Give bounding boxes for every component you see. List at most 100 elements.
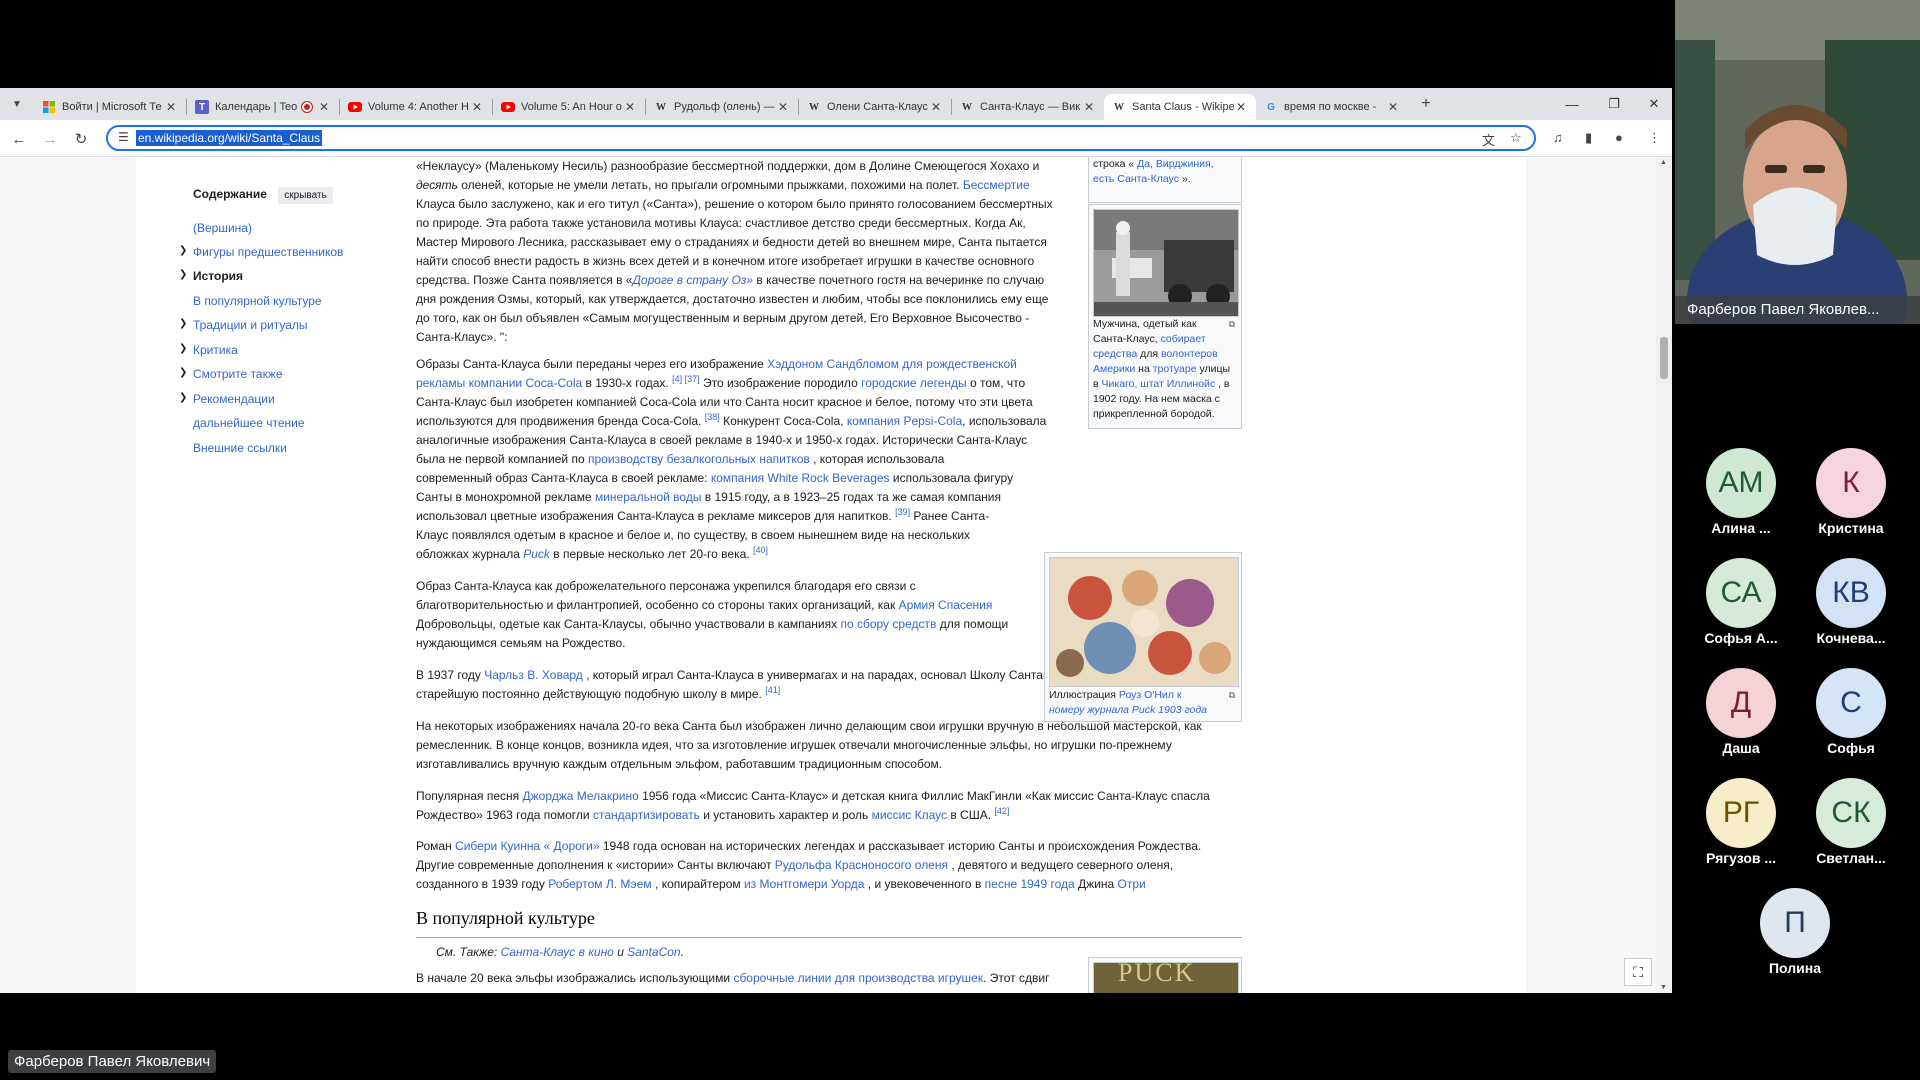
tab-rudolph[interactable]: W Рудольф (олень) — ✕ [646, 94, 798, 120]
bookmark-star-icon[interactable]: ☆ [1510, 130, 1522, 146]
close-tab-icon[interactable]: ✕ [164, 100, 178, 114]
enlarge-icon[interactable]: ⧉ [1229, 688, 1235, 703]
participant-tile[interactable]: РГ Рягузов ... [1686, 778, 1796, 866]
tab-youtube-volume5[interactable]: Volume 5: An Hour o ✕ [493, 94, 645, 120]
chevron-right-icon[interactable]: ❯ [179, 245, 187, 256]
link[interactable]: компания Pepsi-Cola [847, 414, 962, 428]
participant-tile[interactable]: СК Светлан... [1796, 778, 1906, 866]
chevron-right-icon[interactable]: ❯ [179, 318, 187, 329]
link[interactable]: компания White Rock Beverages [711, 471, 890, 485]
link[interactable]: песне 1949 года [985, 877, 1075, 891]
tab-reindeer[interactable]: W Олени Санта-Клаус ✕ [799, 94, 951, 120]
scroll-down-arrow-icon[interactable]: ▼ [1660, 984, 1667, 991]
reload-button[interactable]: ↻ [70, 128, 92, 150]
participant-tile[interactable]: АМ Алина ... [1686, 448, 1796, 536]
link[interactable]: номеру журнала Puck 1903 года [1049, 704, 1207, 716]
link[interactable]: Дороге в страну Оз» [632, 273, 753, 287]
link[interactable]: стандартизировать [593, 808, 700, 822]
fullscreen-icon[interactable]: ⛶ [1624, 958, 1652, 986]
toc-item-predecessors[interactable]: ❯ Фигуры предшественников [179, 245, 343, 259]
link[interactable]: Армия Спасения [899, 598, 993, 612]
link[interactable]: Бессмертие [963, 178, 1030, 192]
link[interactable]: рекламы компании Coca-Cola [416, 376, 582, 390]
tab-google-time[interactable]: G время по москве - ✕ [1256, 94, 1408, 120]
close-tab-icon[interactable]: ✕ [1386, 100, 1400, 114]
link[interactable]: Америки [1093, 363, 1135, 375]
chevron-right-icon[interactable]: ❯ [179, 367, 187, 378]
toc-item-references[interactable]: ❯ Рекомендации [179, 392, 275, 406]
link[interactable]: SantaCon [627, 945, 680, 959]
tab-microsoft-login[interactable]: Войти | Microsoft Те ✕ [34, 94, 186, 120]
minimize-button[interactable]: — [1552, 88, 1592, 120]
link[interactable]: Робертом Л. Мэем [548, 877, 651, 891]
close-tab-icon[interactable]: ✕ [929, 100, 943, 114]
participant-tile[interactable]: С Софья [1796, 668, 1906, 756]
toc-hide-button[interactable]: скрывать [278, 187, 333, 204]
toc-item-further-reading[interactable]: дальнейшее чтение [193, 416, 305, 430]
santa-street-photo[interactable] [1093, 209, 1239, 317]
citation[interactable]: [42] [994, 806, 1009, 816]
enlarge-icon[interactable]: ⧉ [1229, 317, 1235, 332]
link[interactable]: тротуаре [1153, 363, 1197, 375]
close-tab-icon[interactable]: ✕ [1234, 100, 1248, 114]
tab-youtube-volume4[interactable]: Volume 4: Another H ✕ [340, 94, 492, 120]
site-info-icon[interactable]: ☰ [118, 130, 129, 144]
toc-item-traditions[interactable]: ❯ Традиции и ритуалы [179, 318, 308, 332]
chevron-right-icon[interactable]: ❯ [179, 343, 187, 354]
participant-tile[interactable]: КВ Кочнева... [1796, 558, 1906, 646]
restore-button[interactable]: ❐ [1594, 88, 1634, 120]
link[interactable]: миссис Клаус [872, 808, 947, 822]
link[interactable]: минеральной воды [595, 490, 701, 504]
chevron-right-icon[interactable]: ❯ [179, 392, 187, 403]
citation[interactable]: [4] [37] [672, 374, 700, 384]
close-tab-icon[interactable]: ✕ [776, 100, 790, 114]
translate-icon[interactable]: 文 [1482, 130, 1495, 149]
link[interactable]: волонтеров [1161, 348, 1218, 360]
close-tab-icon[interactable]: ✕ [317, 100, 331, 114]
link[interactable]: Хэддоном Сандбломом для рождественской [767, 357, 1017, 371]
tab-santa-ru[interactable]: W Санта-Клаус — Вик ✕ [952, 94, 1104, 120]
toc-item-external-links[interactable]: Внешние ссылки [193, 441, 287, 455]
link[interactable]: сборочные линии для производства игрушек [733, 971, 983, 985]
scroll-up-arrow-icon[interactable]: ▲ [1660, 159, 1667, 166]
tab-santa-en[interactable]: W Santa Claus - Wikipe ✕ [1104, 94, 1256, 120]
link[interactable]: Рудольфа Красноносого оленя [775, 858, 948, 872]
toc-item-top[interactable]: (Вершина) [193, 221, 252, 235]
new-tab-button[interactable]: + [1412, 95, 1440, 113]
citation[interactable]: [38] [705, 412, 720, 422]
link[interactable]: Сибери Куинна « Дороги» [455, 839, 600, 853]
speaker-video-tile[interactable]: Фарберов Павел Яковлев... [1675, 0, 1920, 324]
citation[interactable]: [40] [753, 545, 768, 555]
close-tab-icon[interactable]: ✕ [470, 100, 484, 114]
link[interactable]: собирает [1161, 333, 1206, 345]
participant-tile[interactable]: СА Софья А... [1686, 558, 1796, 646]
link[interactable]: Джорджа Мелакрино [522, 789, 638, 803]
link[interactable]: Отри [1118, 877, 1146, 891]
puck-illustration-image[interactable] [1049, 557, 1239, 687]
citation[interactable]: [41] [765, 685, 780, 695]
address-bar[interactable]: ☰ en.wikipedia.org/wiki/Santa_Claus 文 ☆ [106, 125, 1536, 151]
profile-icon[interactable]: ● [1615, 130, 1623, 145]
toc-item-history[interactable]: ❯ История [179, 269, 243, 283]
close-window-button[interactable]: ✕ [1634, 88, 1672, 120]
back-button[interactable]: ← [8, 128, 30, 150]
link[interactable]: Чикаго, штат Иллинойс [1102, 378, 1216, 390]
side-panel-icon[interactable]: ▮ [1585, 130, 1592, 146]
link[interactable]: Puck [523, 547, 550, 561]
scrollbar-thumb[interactable] [1660, 337, 1668, 379]
link[interactable]: производству безалкогольных напитков [588, 452, 810, 466]
chevron-right-icon[interactable]: ❯ [179, 269, 187, 280]
toc-item-criticism[interactable]: ❯ Критика [179, 343, 238, 357]
close-tab-icon[interactable]: ✕ [623, 100, 637, 114]
link[interactable]: Роуз О'Нил к [1119, 689, 1182, 701]
link[interactable]: Да, Вирджиния, [1137, 158, 1214, 170]
close-tab-icon[interactable]: ✕ [1082, 100, 1096, 114]
participant-tile[interactable]: Д Даша [1686, 668, 1796, 756]
link[interactable]: из Монтгомери Уорда [744, 877, 864, 891]
tab-teams-calendar[interactable]: T Календарь | Teo ✕ [187, 94, 339, 120]
menu-kebab-icon[interactable]: ⋮ [1648, 130, 1661, 146]
toc-item-see-also[interactable]: ❯ Смотрите также [179, 367, 283, 381]
link[interactable]: по сбору средств [840, 617, 936, 631]
url-text[interactable]: en.wikipedia.org/wiki/Santa_Claus [136, 130, 323, 146]
page-scrollbar[interactable]: ▲ ▼ [1656, 157, 1672, 993]
